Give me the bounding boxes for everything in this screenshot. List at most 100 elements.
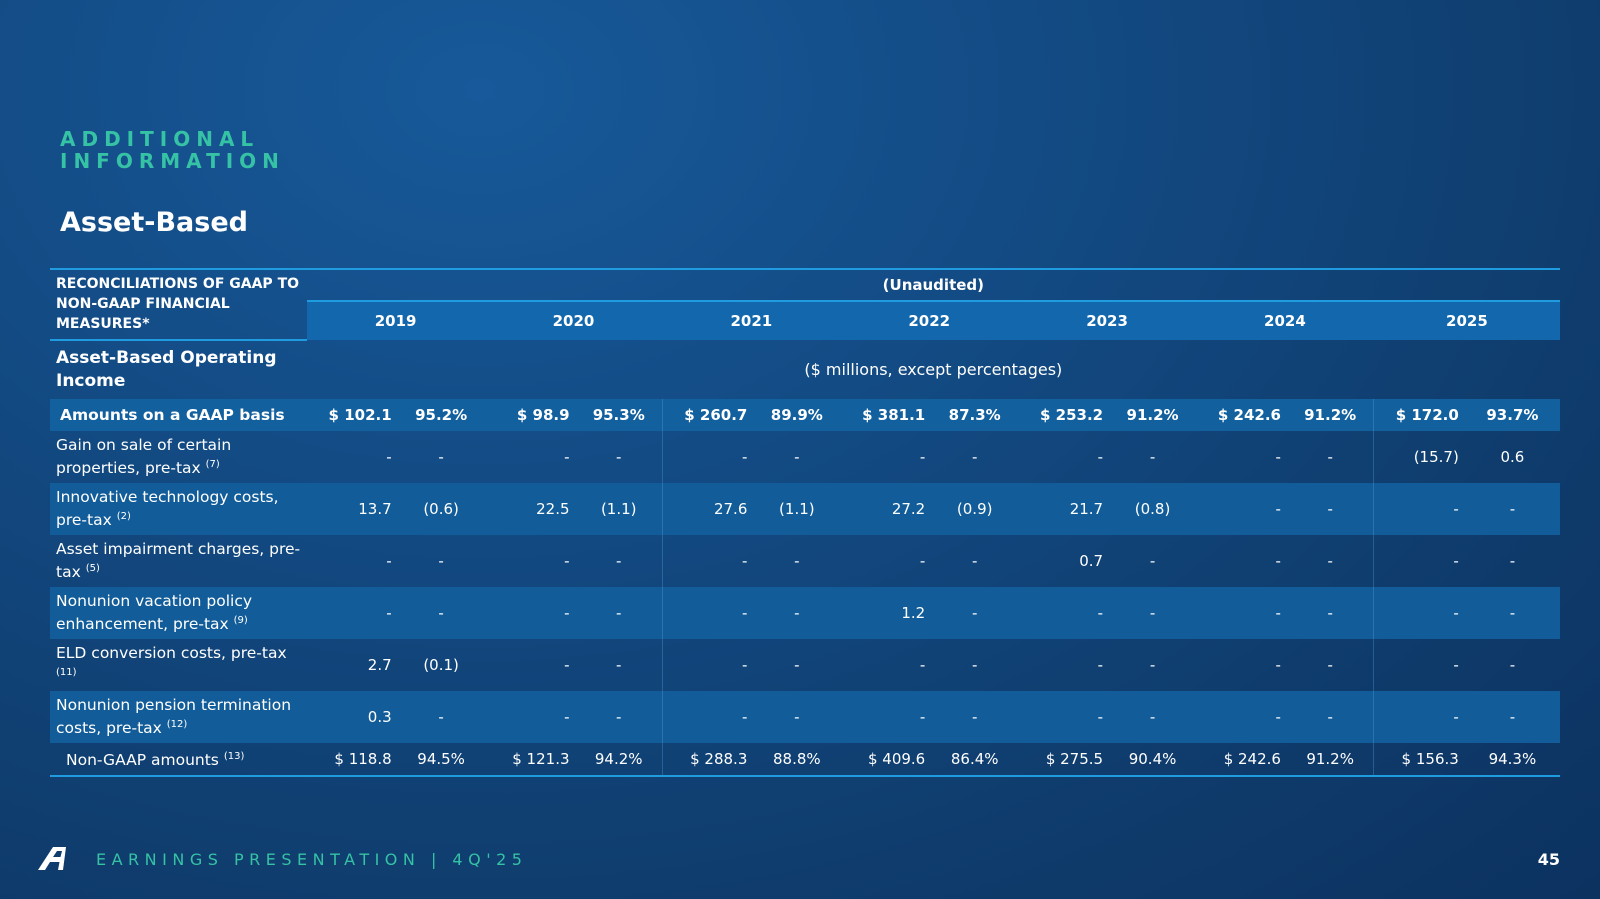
table-cell: $ 121.3 — [484, 743, 576, 777]
table-cell: - — [1149, 448, 1156, 466]
table-cell: - — [1373, 587, 1465, 639]
table-cell: - — [1286, 587, 1374, 639]
table-cell: - — [919, 552, 926, 570]
table-cell: - — [1275, 448, 1281, 466]
table-cell: - — [661, 587, 754, 639]
table-cell: - — [1149, 656, 1156, 674]
page-title: Asset-Based — [60, 207, 248, 238]
table-row: Innovative technology costs, pre-tax (2)… — [50, 483, 1560, 535]
table-cell: - — [564, 552, 570, 570]
table-cell: - — [1018, 691, 1110, 743]
table-cell: - — [931, 691, 1019, 743]
unaudited-label: (Unaudited) — [306, 268, 1560, 301]
table-cell: - — [386, 552, 392, 570]
year-header: 2022 — [840, 300, 1019, 340]
row-footnote: (7) — [205, 458, 220, 470]
table-cell: - — [1464, 691, 1560, 743]
row-footnote: (9) — [233, 614, 248, 626]
table-cell: $ 253.2 — [1018, 399, 1110, 431]
row-label: Gain on sale of certain properties, pre-… — [50, 431, 307, 483]
table-cell: - — [564, 656, 570, 674]
row-footnote: (11) — [56, 666, 77, 678]
table-cell: 91.2% — [1109, 399, 1196, 431]
table-cell: - — [1286, 691, 1374, 743]
year-header: 2025 — [1373, 300, 1560, 340]
table-cell: 22.5 — [484, 483, 576, 535]
table-cell: 0.7 — [1079, 552, 1104, 570]
page-number: 45 — [1537, 850, 1560, 869]
table-cell: - — [1373, 483, 1465, 535]
table-cell: (1.1) — [575, 483, 663, 535]
table-cell: - — [971, 448, 978, 466]
year-header: 2020 — [484, 300, 663, 340]
table-row: Asset impairment charges, pre-tax (5) - - -… — [50, 535, 1560, 587]
table-cell: - — [1109, 587, 1196, 639]
table-cell: - — [1018, 587, 1110, 639]
nongaap-label-text: Non-GAAP amounts — [66, 751, 219, 770]
table-cell: - — [794, 448, 800, 466]
row-footnote: (5) — [85, 562, 100, 574]
table-cell: 0.6 — [1500, 448, 1525, 466]
table-cell: $ 98.9 — [484, 399, 576, 431]
table-cell: - — [1464, 587, 1560, 639]
table-cell: $ 288.3 — [661, 743, 754, 777]
table-cell: 27.6 — [661, 483, 754, 535]
table-cell: - — [484, 691, 576, 743]
table-cell: 95.3% — [575, 399, 663, 431]
table-cell: - — [616, 552, 622, 570]
footer-label: EARNINGS PRESENTATION | 4Q'25 — [96, 850, 528, 869]
row-label-text: ELD conversion costs, pre-tax — [56, 643, 287, 662]
table-cell: - — [1464, 483, 1560, 535]
table-cell: - — [575, 691, 663, 743]
table-cell: 86.4% — [931, 743, 1019, 777]
table-cell: - — [1327, 552, 1333, 570]
company-logo-icon — [38, 847, 66, 870]
table-cell: - — [1196, 691, 1287, 743]
table-cell: - — [1149, 552, 1156, 570]
table-cell: 94.2% — [575, 743, 663, 777]
year-header: 2024 — [1196, 300, 1374, 340]
year-header: 2021 — [662, 300, 841, 340]
gaap-row: Amounts on a GAAP basis $ 102.1 95.2% $ 98… — [50, 399, 1560, 431]
table-cell: - — [1509, 552, 1516, 570]
table-cell: - — [1327, 656, 1333, 674]
row-footnote: (12) — [166, 718, 188, 730]
table-cell: $ 275.5 — [1018, 743, 1110, 777]
table-cell: - — [616, 448, 622, 466]
table-cell: - — [661, 535, 754, 587]
table-cell: $ 260.7 — [661, 399, 754, 431]
table-cell: - — [931, 587, 1019, 639]
table-cell: 27.2 — [840, 483, 932, 535]
table-cell: 94.3% — [1464, 743, 1560, 777]
table-cell: - — [753, 691, 841, 743]
row-label: Nonunion pension termination costs, pre-… — [50, 691, 307, 743]
year-header: 2023 — [1018, 300, 1196, 340]
row-label-text: Nonunion pension termination costs, pre-… — [56, 695, 292, 738]
table-cell: - — [438, 552, 444, 570]
eyebrow-line-1: ADDITIONAL — [60, 127, 260, 151]
table-cell: 90.4% — [1109, 743, 1196, 777]
table-cell: - — [484, 587, 576, 639]
table-cell: - — [971, 552, 978, 570]
table-cell: - — [1373, 691, 1465, 743]
table-cell: (0.8) — [1109, 483, 1196, 535]
row-label: Asset impairment charges, pre-tax (5) — [50, 535, 307, 587]
table-cell: 95.2% — [397, 399, 485, 431]
table-cell: (0.6) — [397, 483, 485, 535]
eyebrow-line-2: INFORMATION — [60, 149, 285, 173]
section-subhead: Asset-Based Operating Income — [56, 348, 277, 391]
table-cell: - — [1196, 587, 1287, 639]
row-label-text: Asset impairment charges, pre-tax — [56, 539, 301, 582]
table-cell: $ 381.1 — [840, 399, 932, 431]
table-row: Gain on sale of certain properties, pre-… — [50, 431, 1560, 483]
row-label: Innovative technology costs, pre-tax (2) — [50, 483, 307, 535]
table-cell: - — [397, 691, 485, 743]
table-cell: 1.2 — [840, 587, 932, 639]
row-label-text: Nonunion vacation policy enhancement, pr… — [56, 591, 253, 634]
table-cell: - — [575, 587, 663, 639]
table-cell: - — [840, 691, 932, 743]
table-cell: - — [794, 552, 800, 570]
nongaap-row-label: Non-GAAP amounts (13) — [50, 743, 307, 777]
table-cell: - — [919, 448, 926, 466]
table-cell: (0.1) — [423, 656, 459, 674]
